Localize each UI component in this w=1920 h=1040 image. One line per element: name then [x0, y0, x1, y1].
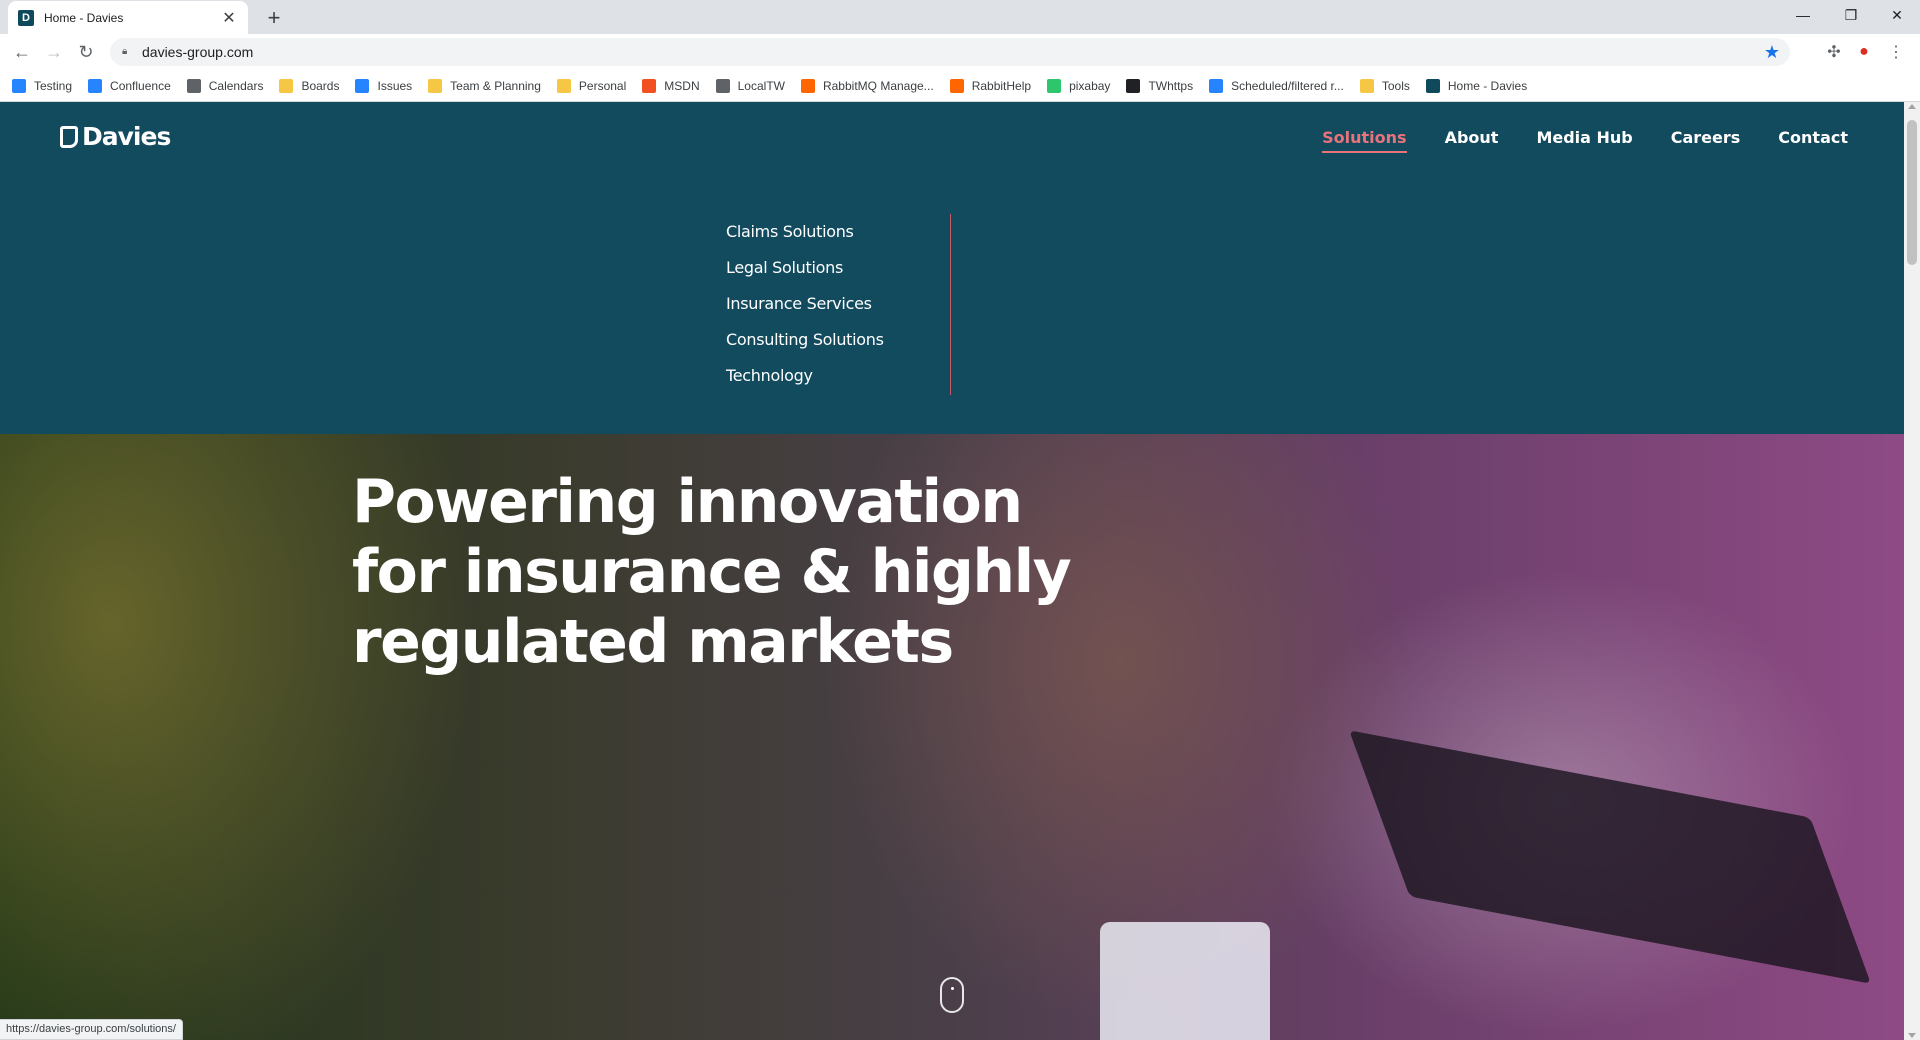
folder-icon [556, 78, 571, 93]
bookmark-label: LocalTW [737, 78, 785, 93]
davies-logo-icon [60, 125, 78, 148]
bookmark-item[interactable]: Scheduled/filtered r... [1209, 78, 1344, 93]
extensions-icon[interactable]: ✣ [1822, 40, 1846, 64]
microsoft-icon [642, 78, 657, 93]
minimize-button[interactable]: — [1780, 0, 1826, 30]
scrollbar-thumb[interactable] [1907, 120, 1917, 265]
confluence-icon [1209, 78, 1224, 93]
scroll-down-mouse-icon[interactable] [940, 977, 964, 1013]
bookmark-label: Calendars [208, 78, 264, 93]
pixabay-icon [1047, 78, 1062, 93]
web-page: Powering innovation for insurance & high… [0, 102, 1904, 1040]
back-arrow-icon[interactable]: ← [8, 38, 36, 66]
page-scrollbar[interactable] [1904, 102, 1920, 1040]
laptop-icon [715, 78, 730, 93]
bookmark-item[interactable]: pixabay [1047, 78, 1111, 93]
jira-icon [12, 78, 26, 93]
bookmark-item[interactable]: Calendars [186, 78, 264, 93]
main-nav: Solutions About Media Hub Careers Contac… [1284, 128, 1848, 153]
submenu-consulting-solutions[interactable]: Consulting Solutions [726, 322, 884, 358]
submenu-insurance-services[interactable]: Insurance Services [726, 286, 884, 322]
submenu-legal-solutions[interactable]: Legal Solutions [726, 250, 884, 286]
bookmark-label: Home - Davies [1447, 78, 1528, 93]
davies-icon [1425, 78, 1440, 93]
bookmark-label: Team & Planning [450, 78, 541, 93]
url-text[interactable]: davies-group.com [142, 44, 1764, 60]
bookmark-item[interactable]: Personal [556, 78, 627, 93]
nav-solutions[interactable]: Solutions [1322, 128, 1407, 153]
new-tab-button[interactable]: + [260, 4, 288, 32]
bookmark-item[interactable]: Issues [355, 78, 413, 93]
bookmark-label: TWhttps [1148, 78, 1194, 93]
tab-title: Home - Davies [44, 10, 124, 25]
profile-icon[interactable]: ● [1852, 40, 1876, 64]
davies-logo[interactable]: Davies [60, 122, 171, 151]
bookmark-label: RabbitHelp [971, 78, 1032, 93]
bookmark-item[interactable]: RabbitMQ Manage... [800, 78, 934, 93]
tab-strip: D Home - Davies ✕ + — ❐ ✕ [0, 0, 1920, 34]
hero-background-image [1100, 922, 1270, 1040]
scroll-down-icon[interactable] [1908, 1033, 1916, 1038]
nav-about[interactable]: About [1445, 128, 1499, 153]
jira-icon [355, 78, 370, 93]
bookmark-label: Tools [1381, 78, 1410, 93]
bookmark-label: Testing [34, 78, 73, 93]
bookmark-label: MSDN [664, 78, 700, 93]
logo-text: Davies [82, 122, 171, 151]
calendar-icon [186, 78, 201, 93]
folder-icon [1359, 78, 1374, 93]
bookmark-label: Scheduled/filtered r... [1231, 78, 1344, 93]
circle-icon [1126, 78, 1141, 93]
folder-icon [279, 78, 294, 93]
close-window-button[interactable]: ✕ [1874, 0, 1920, 30]
restore-button[interactable]: ❐ [1828, 0, 1874, 30]
bookmark-item[interactable]: LocalTW [715, 78, 785, 93]
folder-icon [428, 78, 443, 93]
browser-toolbar: ← → ↻ 🔒︎ davies-group.com ★ ✣ ● ⋮ [0, 34, 1920, 70]
forward-arrow-icon[interactable]: → [40, 38, 68, 66]
bookmark-item[interactable]: Testing [12, 78, 73, 93]
scroll-up-icon[interactable] [1908, 104, 1916, 109]
bookmark-label: Personal [578, 78, 627, 93]
hero-headline: Powering innovation for insurance & high… [352, 467, 1072, 677]
rabbitmq-icon [949, 78, 964, 93]
bookmark-item[interactable]: Tools [1359, 78, 1410, 93]
bookmark-label: RabbitMQ Manage... [822, 78, 934, 93]
hero-background-image [1349, 730, 1871, 984]
bookmark-star-icon[interactable]: ★ [1764, 42, 1780, 63]
lock-icon: 🔒︎ [122, 46, 128, 57]
nav-media-hub[interactable]: Media Hub [1536, 128, 1632, 153]
rabbitmq-icon [800, 78, 815, 93]
davies-favicon-icon: D [18, 9, 34, 26]
submenu-technology[interactable]: Technology [726, 358, 884, 394]
status-bar-url: https://davies-group.com/solutions/ [0, 1019, 183, 1040]
browser-tab[interactable]: D Home - Davies ✕ [8, 1, 248, 34]
nav-contact[interactable]: Contact [1778, 128, 1848, 153]
submenu-divider [950, 214, 951, 395]
submenu-claims-solutions[interactable]: Claims Solutions [726, 214, 884, 250]
address-bar[interactable]: 🔒︎ davies-group.com ★ [110, 38, 1790, 66]
bookmark-label: Confluence [110, 78, 171, 93]
reload-icon[interactable]: ↻ [72, 38, 100, 66]
bookmark-item[interactable]: Confluence [88, 78, 171, 93]
bookmark-label: Boards [301, 78, 340, 93]
bookmark-item[interactable]: Boards [279, 78, 340, 93]
bookmark-item[interactable]: Team & Planning [428, 78, 541, 93]
confluence-icon [88, 78, 103, 93]
site-header: Davies Solutions About Media Hub Careers… [0, 102, 1904, 434]
bookmark-label: pixabay [1069, 78, 1111, 93]
solutions-submenu: Claims Solutions Legal Solutions Insuran… [726, 214, 884, 394]
nav-careers[interactable]: Careers [1671, 128, 1741, 153]
bookmark-item[interactable]: MSDN [642, 78, 700, 93]
menu-kebab-icon[interactable]: ⋮ [1884, 40, 1908, 64]
bookmark-item[interactable]: TWhttps [1126, 78, 1194, 93]
close-icon[interactable]: ✕ [220, 8, 238, 28]
bookmarks-bar: Testing Confluence Calendars Boards Issues Te… [0, 70, 1920, 102]
bookmark-label: Issues [377, 78, 413, 93]
bookmark-item[interactable]: RabbitHelp [949, 78, 1032, 93]
bookmark-item[interactable]: Home - Davies [1425, 78, 1528, 93]
